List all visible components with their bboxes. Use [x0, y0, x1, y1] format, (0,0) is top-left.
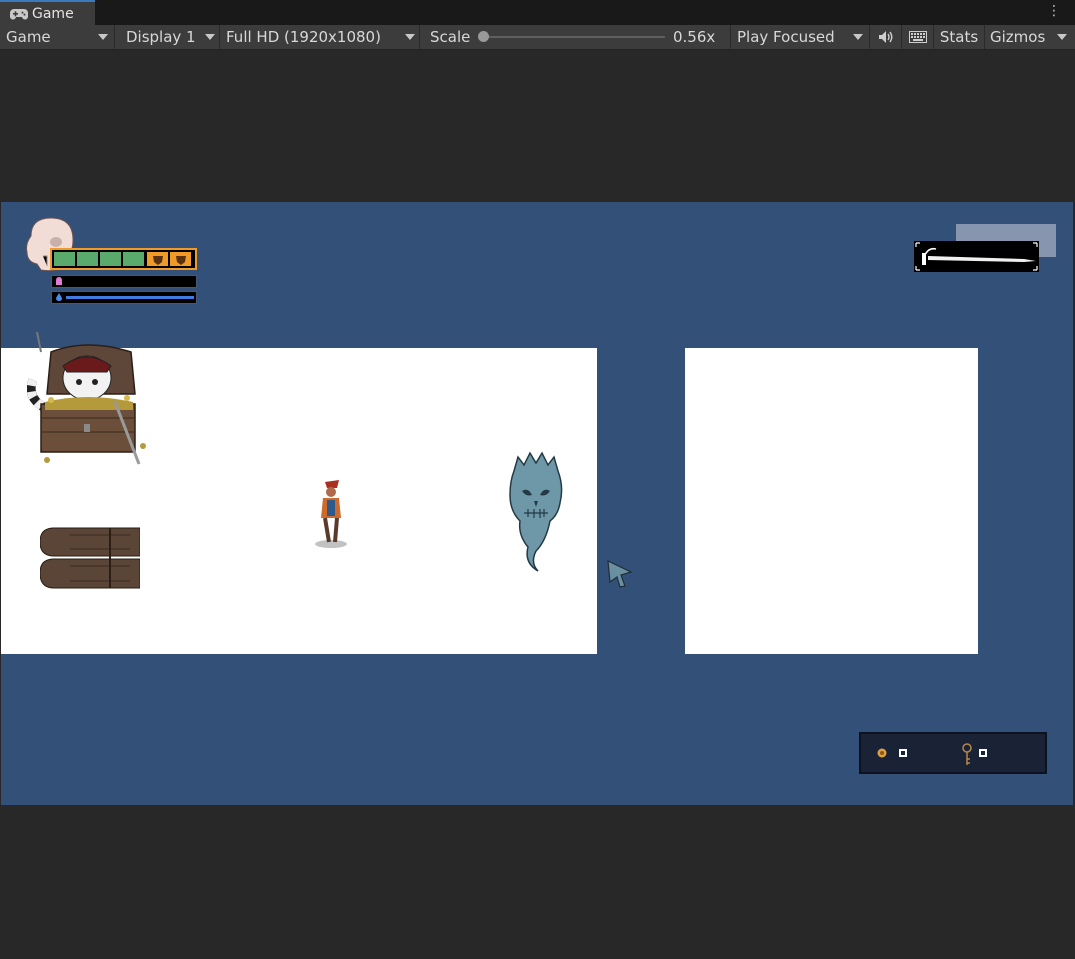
- view-mode-label: Game: [6, 28, 51, 46]
- gizmos-dropdown[interactable]: [1049, 25, 1075, 49]
- chevron-down-icon: [98, 34, 108, 40]
- window-tab-bar: Game ⋮: [0, 0, 1075, 25]
- stats-label: Stats: [939, 28, 979, 46]
- stamina-bar: [51, 291, 197, 304]
- gizmos-button[interactable]: Gizmos: [985, 25, 1049, 49]
- chevron-down-icon: [405, 34, 415, 40]
- cursor-arrow-sprite: [607, 560, 633, 588]
- game-viewport[interactable]: [1, 202, 1073, 805]
- health-segment: [100, 252, 122, 266]
- scale-slider-track[interactable]: [484, 36, 665, 38]
- display-dropdown[interactable]: Display 1: [115, 25, 220, 49]
- play-mode-label: Play Focused: [737, 28, 835, 46]
- scale-value: 0.56x: [673, 25, 731, 49]
- mana-bar: [51, 275, 197, 288]
- ghost-skull-sprite: [509, 451, 563, 572]
- display-label: Display 1: [126, 28, 196, 46]
- blue-drop-icon: [56, 293, 62, 301]
- sword-icon: [915, 242, 1038, 271]
- shield-face-icon: [153, 256, 163, 265]
- health-segment: [77, 252, 99, 266]
- inventory-panel: [859, 732, 1047, 774]
- resolution-dropdown[interactable]: Full HD (1920x1080): [220, 25, 420, 49]
- health-segment: [54, 252, 76, 266]
- chevron-down-icon: [853, 34, 863, 40]
- inventory-count-box: [899, 749, 907, 757]
- coin-icon: [877, 748, 887, 758]
- room-panel-right: [685, 348, 978, 654]
- health-bar: [50, 248, 197, 270]
- scale-slider-thumb[interactable]: [478, 31, 489, 42]
- pink-potion-icon: [56, 277, 62, 285]
- key-icon: [962, 743, 972, 765]
- gamepad-icon: [10, 8, 28, 20]
- kebab-icon[interactable]: ⋮: [1047, 3, 1061, 19]
- scale-value-text: 0.56x: [673, 28, 716, 46]
- speaker-icon: [878, 31, 892, 43]
- chevron-down-icon: [205, 34, 215, 40]
- stamina-fill: [66, 296, 194, 299]
- shield-face-icon: [176, 256, 186, 265]
- stats-button[interactable]: Stats: [934, 25, 985, 49]
- pirate-player-sprite: [315, 480, 347, 548]
- health-segment: [123, 252, 145, 266]
- chevron-down-icon: [1057, 34, 1067, 40]
- shield-segment: [170, 252, 192, 266]
- resolution-label: Full HD (1920x1080): [226, 28, 381, 46]
- treasure-chest-sprite: [27, 332, 146, 465]
- tab-game[interactable]: Game: [0, 0, 95, 25]
- keyboard-icon: [908, 31, 927, 43]
- inventory-count-box: [979, 749, 987, 757]
- scale-label: Scale: [430, 28, 471, 46]
- play-mode-dropdown[interactable]: Play Focused: [731, 25, 870, 49]
- game-view-toolbar: Game Display 1 Full HD (1920x1080) Scale…: [0, 25, 1075, 50]
- shortcuts-button[interactable]: [902, 25, 934, 49]
- shield-segment: [147, 252, 169, 266]
- tab-label: Game: [32, 5, 74, 22]
- view-mode-dropdown[interactable]: Game: [0, 25, 115, 49]
- wooden-door-sprite: [40, 527, 140, 589]
- gizmos-label: Gizmos: [990, 28, 1046, 46]
- mute-audio-button[interactable]: [870, 25, 902, 49]
- weapon-slot: [914, 241, 1039, 272]
